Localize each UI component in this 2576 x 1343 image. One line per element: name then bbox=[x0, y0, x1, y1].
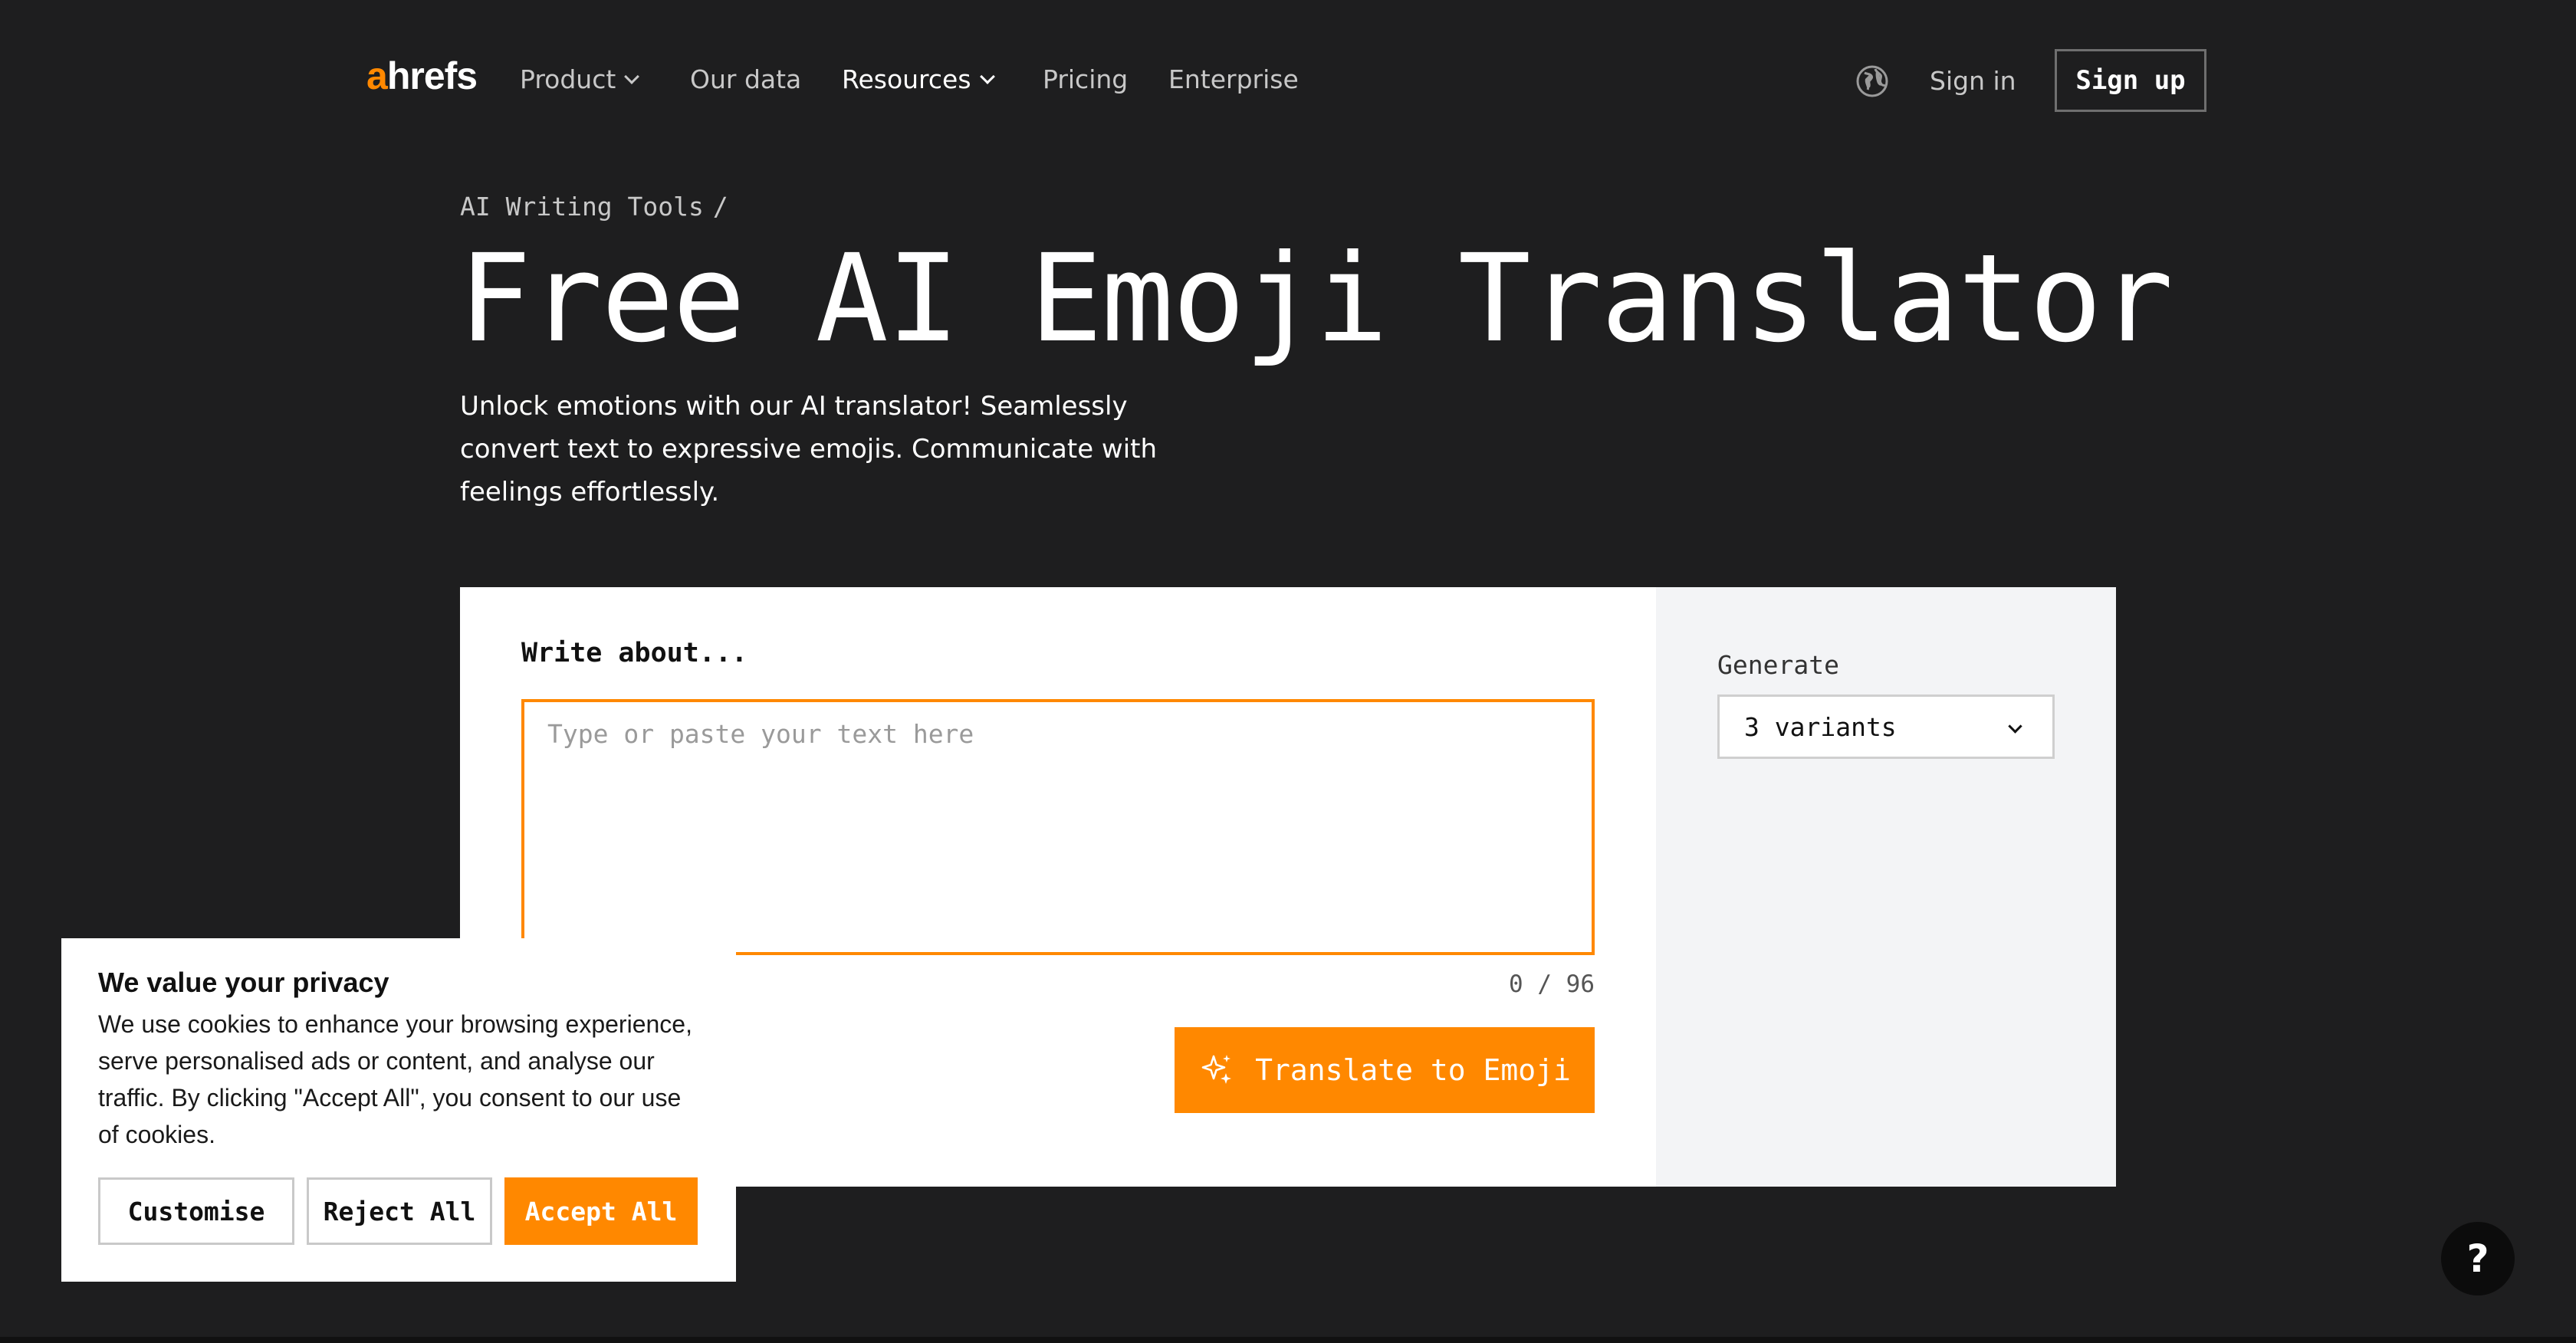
tool-options-panel: Generate 3 variants bbox=[1656, 587, 2116, 1187]
chevron-down-icon bbox=[624, 68, 640, 84]
cookie-description: We use cookies to enhance your browsing … bbox=[98, 1010, 692, 1148]
logo-accent-letter: a bbox=[366, 54, 388, 97]
reject-all-button[interactable]: Reject All bbox=[307, 1177, 492, 1245]
chevron-down-icon bbox=[2008, 719, 2022, 734]
generate-label: Generate bbox=[1717, 650, 1839, 680]
cookie-title: We value your privacy bbox=[98, 967, 389, 998]
translate-to-emoji-button[interactable]: Translate to Emoji bbox=[1175, 1027, 1595, 1113]
logo-text: hrefs bbox=[386, 54, 478, 97]
page-title: Free AI Emoji Translator bbox=[458, 228, 2174, 369]
nav-item-resources[interactable]: Resources bbox=[842, 64, 995, 94]
sign-in-link[interactable]: Sign in bbox=[1930, 66, 2016, 96]
translate-button-label: Translate to Emoji bbox=[1255, 1053, 1571, 1087]
write-about-label: Write about... bbox=[521, 638, 748, 668]
top-navigation: ahrefs Product Our data Resources Pricin… bbox=[0, 0, 2576, 163]
nav-item-pricing[interactable]: Pricing bbox=[1043, 64, 1128, 94]
nav-item-product[interactable]: Product bbox=[520, 64, 640, 94]
nav-item-enterprise[interactable]: Enterprise bbox=[1168, 64, 1299, 94]
variants-select-value: 3 variants bbox=[1744, 711, 1897, 742]
character-counter: 0 / 96 bbox=[1509, 970, 1595, 998]
globe-icon[interactable] bbox=[1855, 64, 1889, 98]
accept-all-button[interactable]: Accept All bbox=[504, 1177, 698, 1245]
breadcrumb-separator: / bbox=[712, 192, 728, 222]
nav-item-label: Our data bbox=[690, 64, 802, 94]
nav-item-label: Resources bbox=[842, 64, 971, 94]
sparkles-icon bbox=[1201, 1055, 1232, 1084]
nav-item-label: Product bbox=[520, 64, 616, 94]
help-button[interactable]: ? bbox=[2441, 1222, 2515, 1295]
cookie-actions: Customise Reject All Accept All bbox=[98, 1177, 698, 1245]
variants-select[interactable]: 3 variants bbox=[1717, 694, 2055, 759]
text-input[interactable] bbox=[521, 699, 1595, 955]
nav-item-label: Enterprise bbox=[1168, 64, 1299, 94]
ahrefs-logo[interactable]: ahrefs bbox=[366, 54, 478, 98]
breadcrumb-link-ai-writing-tools[interactable]: AI Writing Tools bbox=[460, 192, 704, 222]
nav-item-label: Pricing bbox=[1043, 64, 1129, 94]
customise-button[interactable]: Customise bbox=[98, 1177, 294, 1245]
page-bottom-edge bbox=[0, 1337, 2576, 1343]
sign-up-button[interactable]: Sign up bbox=[2055, 49, 2206, 112]
cookie-consent-banner: We value your privacy We use cookies to … bbox=[61, 938, 736, 1282]
page-subtitle: Unlock emotions with our AI translator! … bbox=[460, 391, 1158, 507]
nav-item-our-data[interactable]: Our data bbox=[690, 64, 801, 94]
chevron-down-icon bbox=[979, 68, 995, 84]
breadcrumb: AI Writing Tools / bbox=[460, 192, 728, 222]
